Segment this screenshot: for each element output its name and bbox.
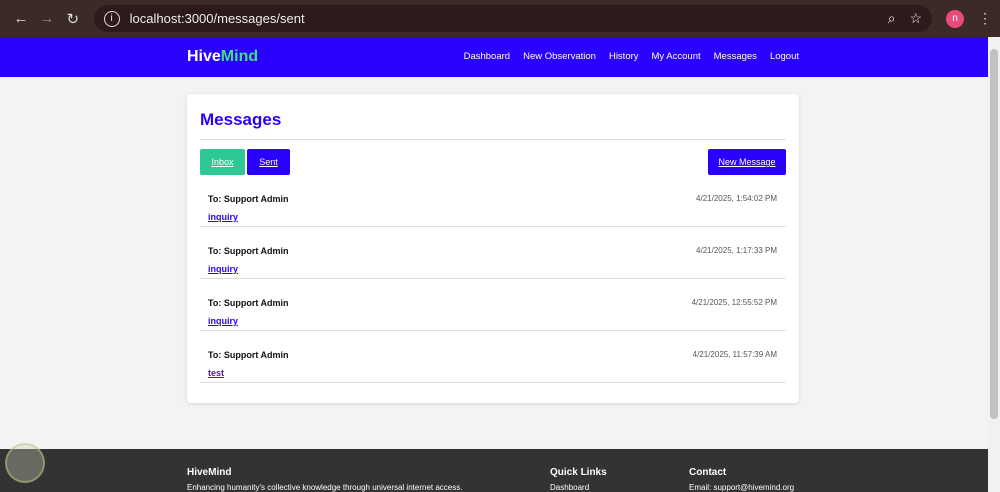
message-recipient: To: Support Admin <box>208 350 289 360</box>
footer-brand: HiveMind <box>187 467 232 478</box>
nav-my-account[interactable]: My Account <box>652 51 701 62</box>
back-icon[interactable]: ← <box>8 10 34 27</box>
site-info-icon[interactable]: i <box>103 10 120 27</box>
zoom-icon[interactable]: ⌕ <box>888 10 896 27</box>
logo-mind: Mind <box>220 48 259 65</box>
site-navbar: HiveMind Dashboard New Observation Histo… <box>0 37 1000 77</box>
message-subject-link[interactable]: inquiry <box>208 212 238 222</box>
message-time: 4/21/2025, 12:55:52 PM <box>691 298 777 307</box>
footer-link-dashboard[interactable]: Dashboard <box>550 483 607 492</box>
profile-avatar[interactable]: n <box>946 9 965 28</box>
url-text[interactable]: localhost:3000/messages/sent <box>130 11 874 26</box>
menu-icon[interactable]: ⋮ <box>978 10 992 27</box>
forward-icon[interactable]: → <box>34 10 60 27</box>
address-bar[interactable]: i localhost:3000/messages/sent ⌕ ☆ <box>93 5 933 32</box>
message-subject-link[interactable]: test <box>208 368 224 378</box>
watermark-logo <box>5 443 45 483</box>
message-item: To: Support Admin 4/21/2025, 1:17:33 PM … <box>200 227 786 279</box>
message-recipient: To: Support Admin <box>208 194 289 204</box>
nav-dashboard[interactable]: Dashboard <box>464 51 510 62</box>
message-time: 4/21/2025, 1:17:33 PM <box>696 246 777 255</box>
browser-toolbar: ← → ↻ i localhost:3000/messages/sent ⌕ ☆… <box>0 0 1000 37</box>
message-item: To: Support Admin 4/21/2025, 1:54:02 PM … <box>200 175 786 227</box>
sent-button[interactable]: Sent <box>247 149 290 175</box>
message-recipient: To: Support Admin <box>208 246 289 256</box>
nav-logout[interactable]: Logout <box>770 51 799 62</box>
message-subject-link[interactable]: inquiry <box>208 264 238 274</box>
new-message-button[interactable]: New Message <box>708 149 786 175</box>
scrollbar-thumb[interactable] <box>990 49 998 419</box>
contact-email[interactable]: Email: support@hivemind.org <box>689 483 794 492</box>
reload-icon[interactable]: ↻ <box>60 10 86 28</box>
quick-links-heading: Quick Links <box>550 467 607 478</box>
message-subject-link[interactable]: inquiry <box>208 316 238 326</box>
nav-new-observation[interactable]: New Observation <box>523 51 596 62</box>
footer-tagline: Enhancing humanity's collective knowledg… <box>187 483 463 492</box>
message-time: 4/21/2025, 1:54:02 PM <box>696 194 777 203</box>
message-recipient: To: Support Admin <box>208 298 289 308</box>
message-item: To: Support Admin 4/21/2025, 12:55:52 PM… <box>200 279 786 331</box>
messages-card: Messages Inbox Sent New Message To: Supp… <box>187 94 799 403</box>
contact-heading: Contact <box>689 467 727 478</box>
page-title: Messages <box>200 110 786 140</box>
nav-history[interactable]: History <box>609 51 639 62</box>
scrollbar[interactable] <box>988 37 1000 492</box>
logo-hive: Hive <box>187 48 221 65</box>
inbox-button[interactable]: Inbox <box>200 149 245 175</box>
site-logo[interactable]: HiveMind <box>187 48 258 66</box>
bookmark-star-icon[interactable]: ☆ <box>910 10 923 27</box>
message-time: 4/21/2025, 11:57:39 AM <box>692 350 777 359</box>
message-item: To: Support Admin 4/21/2025, 11:57:39 AM… <box>200 331 786 383</box>
nav-messages[interactable]: Messages <box>714 51 757 62</box>
site-footer: HiveMind Enhancing humanity's collective… <box>0 449 988 492</box>
